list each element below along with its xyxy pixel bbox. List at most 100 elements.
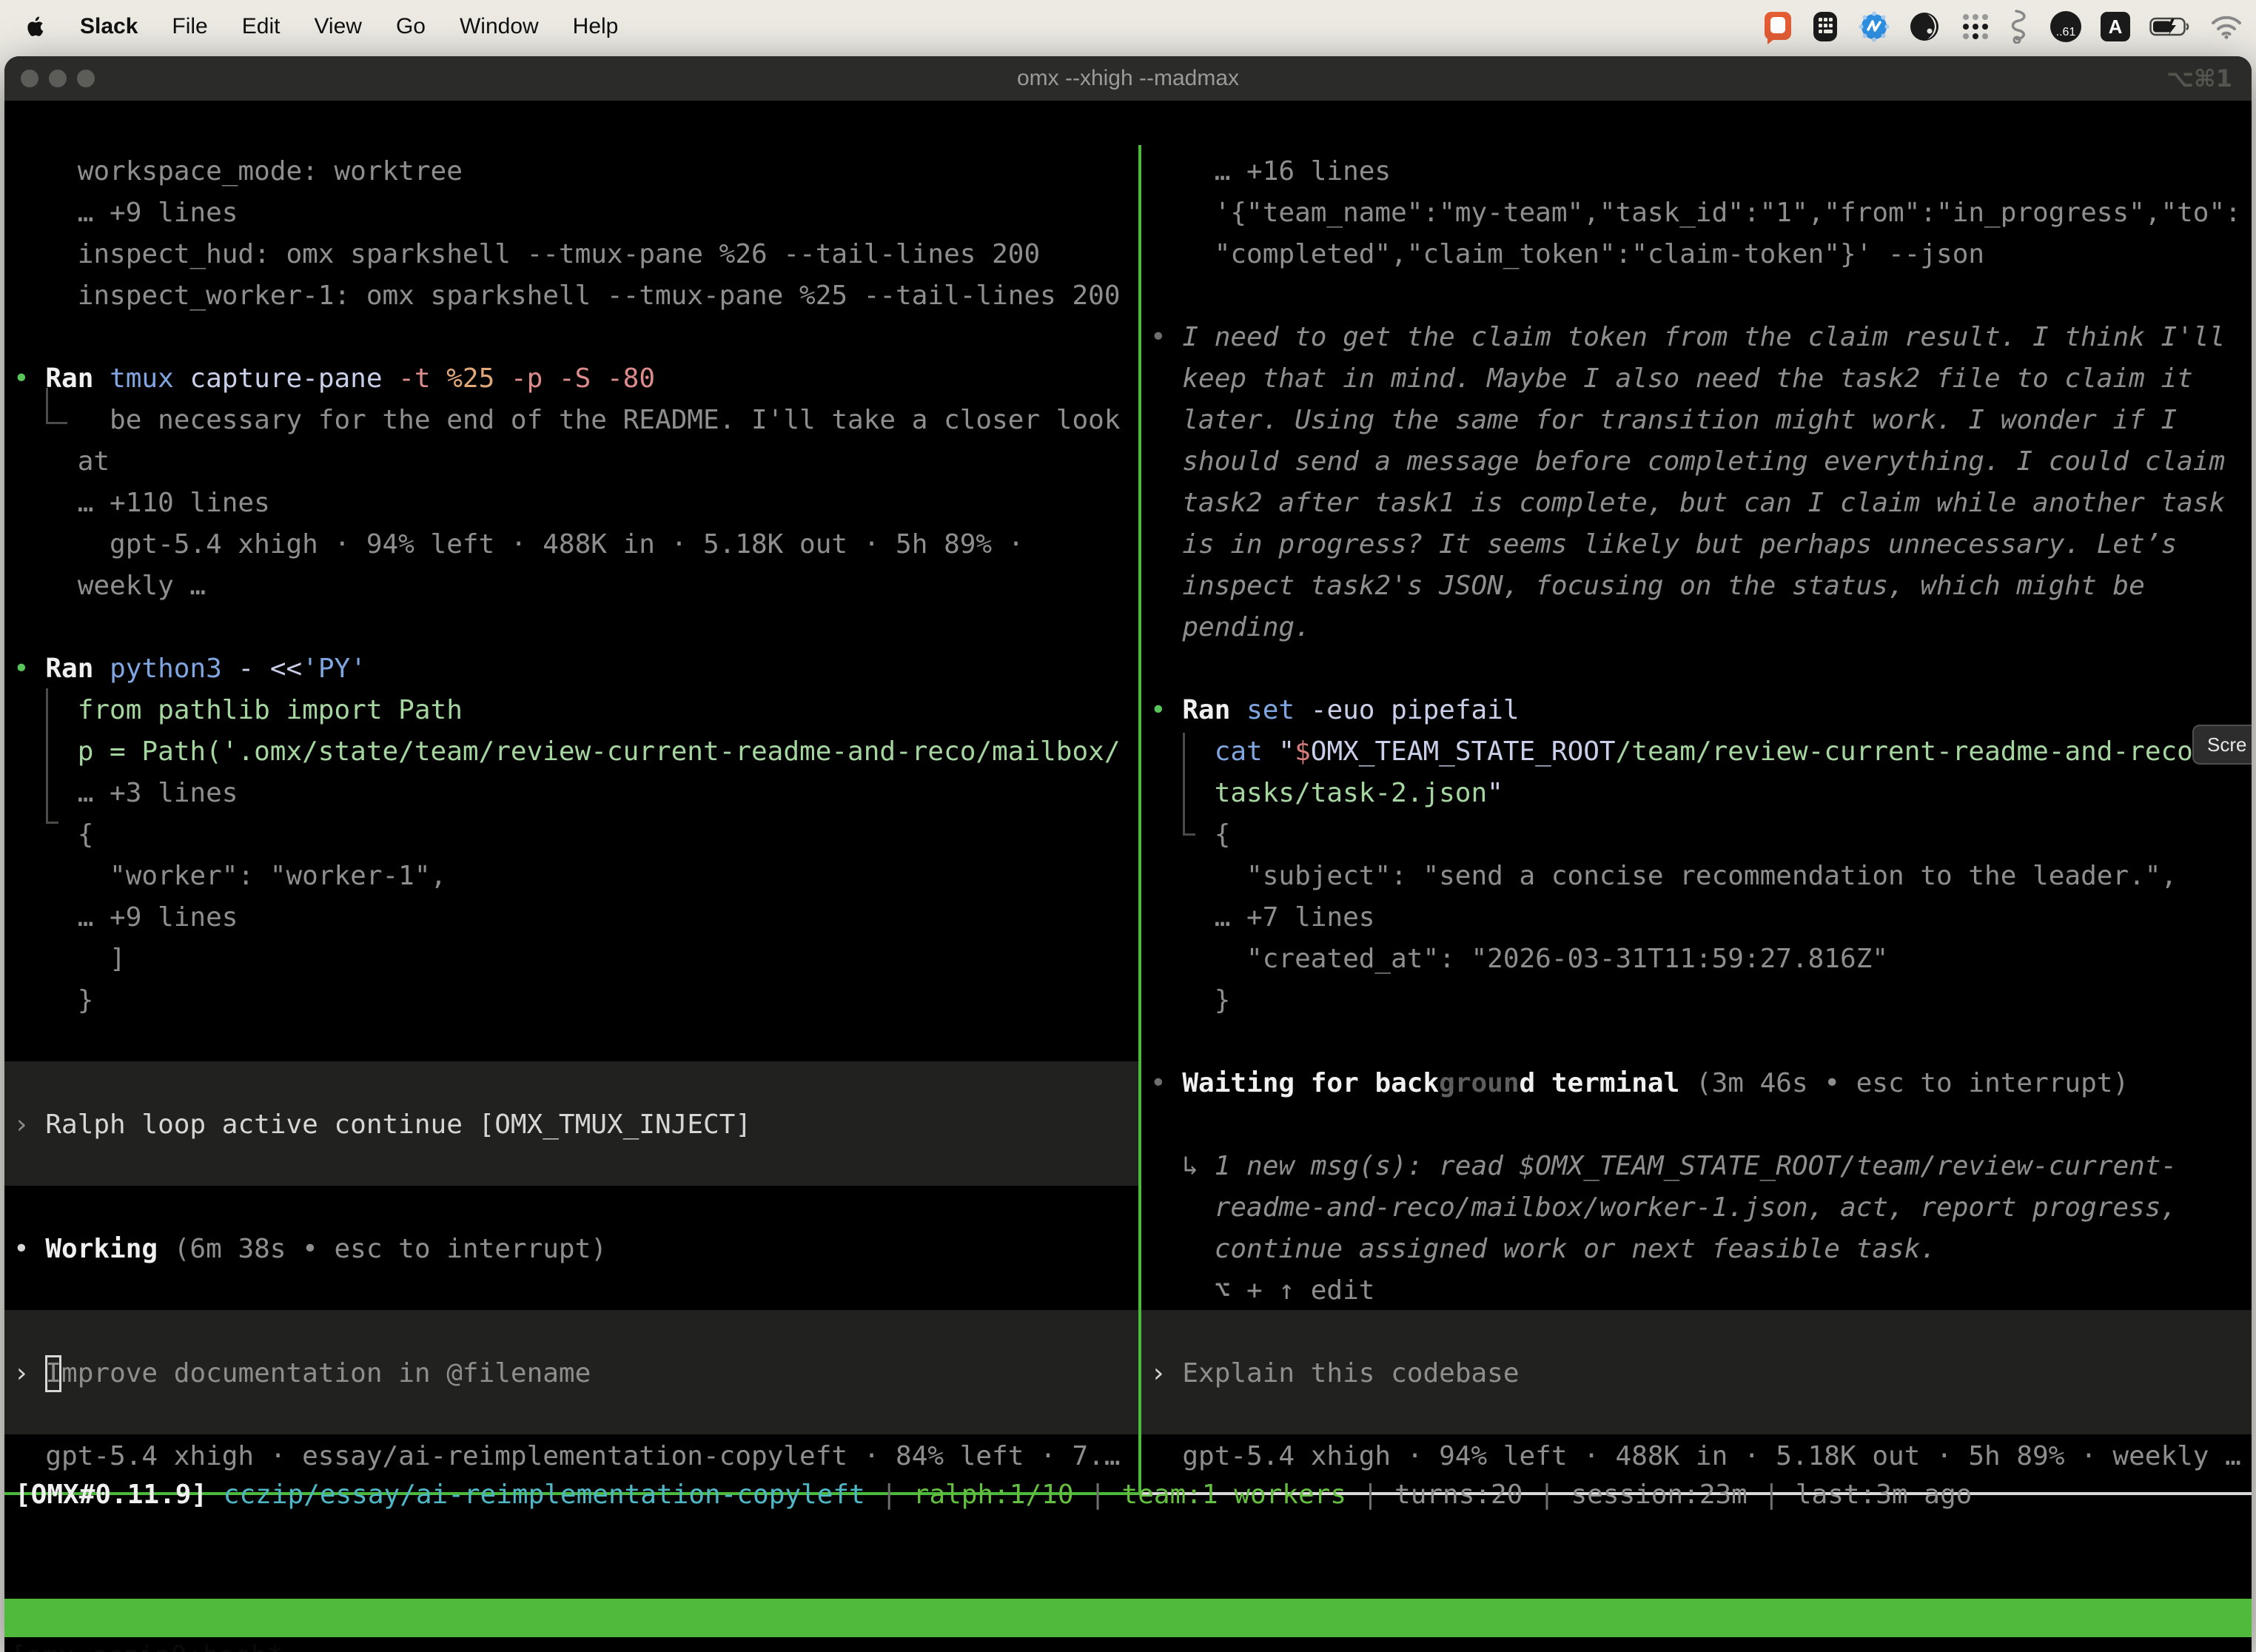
text-segment: | xyxy=(1074,1480,1122,1510)
text-segment: $ xyxy=(1295,736,1311,767)
text-segment: weekly … xyxy=(13,571,206,601)
text-segment: team:1 workers xyxy=(1122,1480,1346,1510)
terminal-line xyxy=(1150,1312,2252,1353)
terminal-line xyxy=(13,1021,1138,1063)
menu-item-window[interactable]: Window xyxy=(460,14,539,39)
menu-item-help[interactable]: Help xyxy=(573,14,619,39)
keyboard-shield-icon[interactable] xyxy=(1812,10,1839,43)
squiggle-icon[interactable] xyxy=(2010,10,2031,43)
terminal-line: • Ran python3 - <<'PY' xyxy=(13,648,1138,690)
text-segment: • xyxy=(13,363,45,394)
text-segment: -p -S -80 xyxy=(511,363,655,394)
wifi-icon[interactable] xyxy=(2210,10,2243,43)
text-segment: workspace_mode: worktree xyxy=(13,156,463,187)
menu-item-file[interactable]: File xyxy=(172,14,207,39)
terminal-line: › Ralph loop active continue [OMX_TMUX_I… xyxy=(13,1104,1138,1146)
right-terminal-pane[interactable]: … +16 lines '{"team_name":"my-team","tas… xyxy=(1141,145,2252,1492)
terminal-line xyxy=(13,317,1138,358)
screen-tooltip: Scre xyxy=(2192,725,2252,765)
left-terminal-pane[interactable]: workspace_mode: worktree … +9 lines insp… xyxy=(4,145,1138,1492)
text-segment: 1 new msg(s): read $OMX_TEAM_STATE_ROOT/… xyxy=(1215,1151,2177,1181)
text-segment: " xyxy=(1487,778,1503,808)
text-segment: … +9 lines xyxy=(13,198,238,228)
terminal-line: • Ran tmux capture-pane -t %25 -p -S -80 xyxy=(13,358,1138,400)
menu-item-view[interactable]: View xyxy=(314,14,361,39)
terminal-line: › Improve documentation in @filename xyxy=(13,1353,1138,1394)
text-segment: gpt-5.4 xhigh · 94% left · 488K in · 5.1… xyxy=(13,529,1024,560)
terminal-line: … +3 lines xyxy=(13,773,1138,814)
terminal-line xyxy=(1150,1021,2252,1063)
text-segment: gpt-5.4 xhigh · 94% left · 488K in · 5.1… xyxy=(1150,1441,2241,1471)
terminal-line xyxy=(13,1312,1138,1353)
terminal-line: at xyxy=(13,441,1138,483)
terminal-line: inspect_worker-1: omx sparkshell --tmux-… xyxy=(13,275,1138,317)
text-segment: } xyxy=(13,985,93,1015)
terminal-window: omx --xhigh --madmax ⌥⌘1 workspace_mode:… xyxy=(4,56,2252,1652)
text-segment: at xyxy=(13,446,110,477)
terminal-line: } xyxy=(13,980,1138,1021)
text-segment: … +7 lines xyxy=(1150,902,1374,933)
terminal-line: readme-and-reco/mailbox/worker-1.json, a… xyxy=(1150,1187,2252,1229)
terminal-line: "worker": "worker-1", xyxy=(13,856,1138,897)
text-segment: Ralph loop active continue [OMX_TMUX_INJ… xyxy=(45,1109,751,1140)
text-segment: later. Using the same for transition mig… xyxy=(1150,405,2177,435)
percent-badge-icon[interactable]: ..61 xyxy=(2050,11,2081,42)
terminal-line: inspect_hud: omx sparkshell --tmux-pane … xyxy=(13,234,1138,275)
text-segment: from pathlib import Path xyxy=(13,695,463,725)
menu-item-edit[interactable]: Edit xyxy=(242,14,281,39)
text-segment: last:3m ago xyxy=(1796,1480,1972,1510)
dots-grid-icon[interactable] xyxy=(1960,10,1991,43)
text-segment: capture-pane xyxy=(189,363,398,394)
text-segment: %25 xyxy=(446,363,511,394)
apple-icon[interactable] xyxy=(27,10,46,43)
text-segment: gpt-5.4 xhigh · essay/ai-reimplementatio… xyxy=(13,1441,1121,1471)
text-segment: groun xyxy=(1439,1068,1519,1098)
terminal-line: "completed","claim_token":"claim-token"}… xyxy=(1150,234,2252,275)
input-source-icon[interactable]: A xyxy=(2101,12,2130,41)
text-segment: "completed","claim_token":"claim-token"}… xyxy=(1150,239,1984,269)
text-segment xyxy=(1150,778,1215,808)
terminal-line: … +110 lines xyxy=(13,483,1138,524)
terminal-line: should send a message before completing … xyxy=(1150,441,2252,483)
text-segment: Waiting for back xyxy=(1182,1068,1439,1098)
terminal-line: weekly … xyxy=(13,565,1138,607)
terminal-line: cat "$OMX_TEAM_STATE_ROOT/team/review-cu… xyxy=(1150,731,2252,773)
text-segment: [OMX#0.11.9] xyxy=(15,1480,207,1510)
menu-item-go[interactable]: Go xyxy=(396,14,426,39)
tmux-session-label: [omx-cczip0:bash* xyxy=(10,1637,283,1652)
text-segment: mprove documentation in @filename xyxy=(61,1358,591,1389)
crescent-icon[interactable] xyxy=(1910,10,1941,43)
text-segment: I need to get the claim token from the c… xyxy=(1182,322,2225,352)
terminal-line: ] xyxy=(13,939,1138,980)
text-segment: -t xyxy=(398,363,446,394)
battery-icon[interactable] xyxy=(2149,10,2191,43)
text-segment: ralph:1/10 xyxy=(913,1480,1074,1510)
terminal-line xyxy=(1150,648,2252,690)
terminal-line: … +9 lines xyxy=(13,192,1138,234)
window-title: omx --xhigh --madmax xyxy=(4,56,2252,101)
terminal-line: … +9 lines xyxy=(13,897,1138,939)
terminal-line: … +16 lines xyxy=(1150,151,2252,192)
text-segment: ] xyxy=(13,944,126,974)
window-titlebar: omx --xhigh --madmax ⌥⌘1 xyxy=(4,56,2252,101)
terminal-line: keep that in mind. Maybe I also need the… xyxy=(1150,358,2252,400)
terminal-line: • Waiting for background terminal (3m 46… xyxy=(1150,1063,2252,1104)
terminal-content: workspace_mode: worktree … +9 lines insp… xyxy=(4,101,2252,1652)
text-segment: inspect_worker-1: omx sparkshell --tmux-… xyxy=(13,281,1121,311)
menu-app-name[interactable]: Slack xyxy=(80,14,138,39)
screen-record-icon[interactable] xyxy=(1765,10,1793,43)
blue-badge-icon[interactable] xyxy=(1858,10,1890,43)
terminal-line xyxy=(13,1187,1138,1229)
text-segment: • xyxy=(13,654,45,684)
text-segment: python3 xyxy=(110,654,238,684)
text-segment: • xyxy=(1150,1068,1182,1098)
text-segment: /team/review-current-readme-and-reco/ xyxy=(1616,736,2209,767)
text-segment: " xyxy=(1278,736,1295,767)
text-segment: is in progress? It seems likely but perh… xyxy=(1150,529,2177,560)
text-segment: pending. xyxy=(1150,612,1311,642)
text-segment xyxy=(207,1480,224,1510)
text-segment: inspect_hud: omx sparkshell --tmux-pane … xyxy=(13,239,1040,269)
text-segment: … +110 lines xyxy=(13,488,270,518)
terminal-line: p = Path('.omx/state/team/review-current… xyxy=(13,731,1138,773)
terminal-line xyxy=(13,1063,1138,1104)
